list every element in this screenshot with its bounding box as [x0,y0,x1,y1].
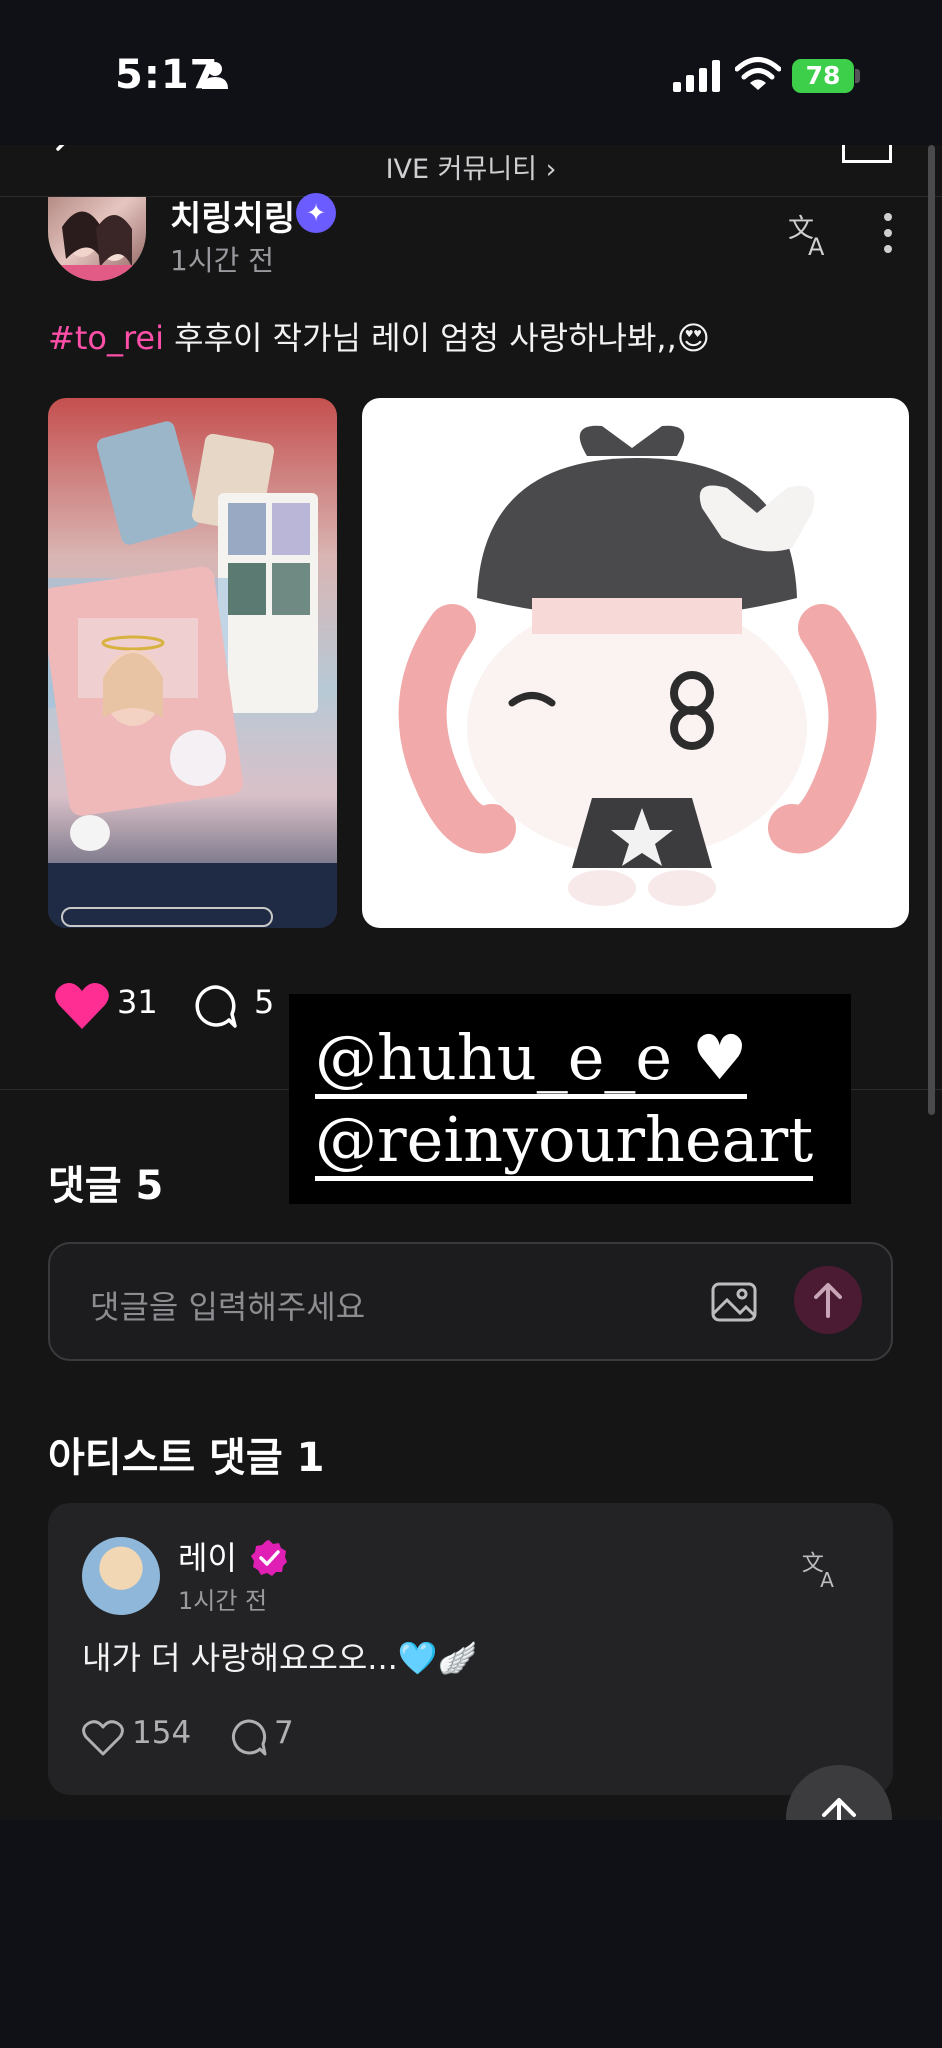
comment-input[interactable]: 댓글을 입력해주세요 [48,1242,893,1361]
bottom-empty-area [0,1820,942,2048]
author-avatar[interactable] [48,197,146,281]
arrow-up-icon [814,1283,842,1318]
status-bar: 5:17 78 [0,0,942,145]
mention-rei[interactable]: @reinyourheart [315,1105,814,1182]
wifi-icon [735,57,781,90]
battery-nub [855,69,860,83]
artist-comment-time: 1시간 전 [178,1587,268,1615]
svg-text:A: A [820,1568,834,1589]
signal-icon [673,60,720,92]
app-content: IVE 커뮤니티 › 치링치링 ✦ 1시간 전 文 A #to_rei 후후이 … [0,145,942,1820]
character-art-graphic [398,425,877,906]
post-image-character-art[interactable] [362,398,909,928]
artist-avatar[interactable] [82,1537,160,1615]
artist-name[interactable]: 레이 [178,1533,237,1579]
artist-like-count: 154 [132,1715,192,1751]
post-time: 1시간 전 [170,244,274,277]
mention-huhu[interactable]: @huhu_e_e ♥ [315,1023,748,1100]
sparkle-badge-icon: ✦ [296,193,336,233]
artist-comments-heading: 아티스트 댓글 1 [48,1435,325,1481]
post-body: 후후이 작가님 레이 엄청 사랑하나봐,,😍 [163,319,711,357]
svg-text:A: A [808,233,825,257]
artist-comment-text: 내가 더 사랑해요오오...🩵🪽 [82,1639,478,1677]
post-text: #to_rei 후후이 작가님 레이 엄청 사랑하나봐,,😍 [48,313,710,359]
scroll-top-button[interactable] [786,1765,892,1820]
square-icon[interactable] [842,145,892,163]
artist-comment-card: 레이 1시간 전 文 A 내가 더 사랑해요오오...🩵🪽 154 7 [48,1503,893,1795]
mention-sticker: @huhu_e_e ♥ @reinyourheart [289,994,851,1204]
story-screenshot-graphic [48,421,337,928]
battery-indicator: 78 [792,59,854,93]
arrow-up-icon [822,1798,856,1820]
reply-icon[interactable] [228,1717,268,1757]
person-icon [202,62,228,89]
author-name[interactable]: 치링치링 [170,191,295,240]
heart-filled-icon[interactable] [54,981,110,1031]
nav-bar: IVE 커뮤니티 › [0,145,942,197]
comment-input-placeholder: 댓글을 입력해주세요 [90,1288,366,1326]
verified-icon [251,1540,287,1576]
image-upload-icon[interactable] [710,1278,758,1326]
scrollbar[interactable] [928,145,935,1115]
like-count: 31 [117,983,158,1021]
comment-icon[interactable] [192,983,238,1029]
translate-icon[interactable]: 文 A [786,209,834,257]
avatar-photo [58,211,138,281]
heart-outline-icon[interactable] [82,1719,124,1757]
community-link[interactable]: IVE 커뮤니티 › [0,147,942,186]
comments-heading: 댓글 5 [48,1163,164,1209]
more-icon[interactable] [878,211,898,255]
post-image-story-screenshot[interactable] [48,398,337,928]
translate-icon[interactable]: 文 A [800,1545,844,1589]
comment-count: 5 [254,983,275,1021]
artist-reply-count: 7 [274,1715,294,1751]
post-hashtag[interactable]: #to_rei [48,319,164,357]
post-header: 치링치링 ✦ 1시간 전 文 A [0,193,942,297]
send-button[interactable] [794,1266,862,1334]
